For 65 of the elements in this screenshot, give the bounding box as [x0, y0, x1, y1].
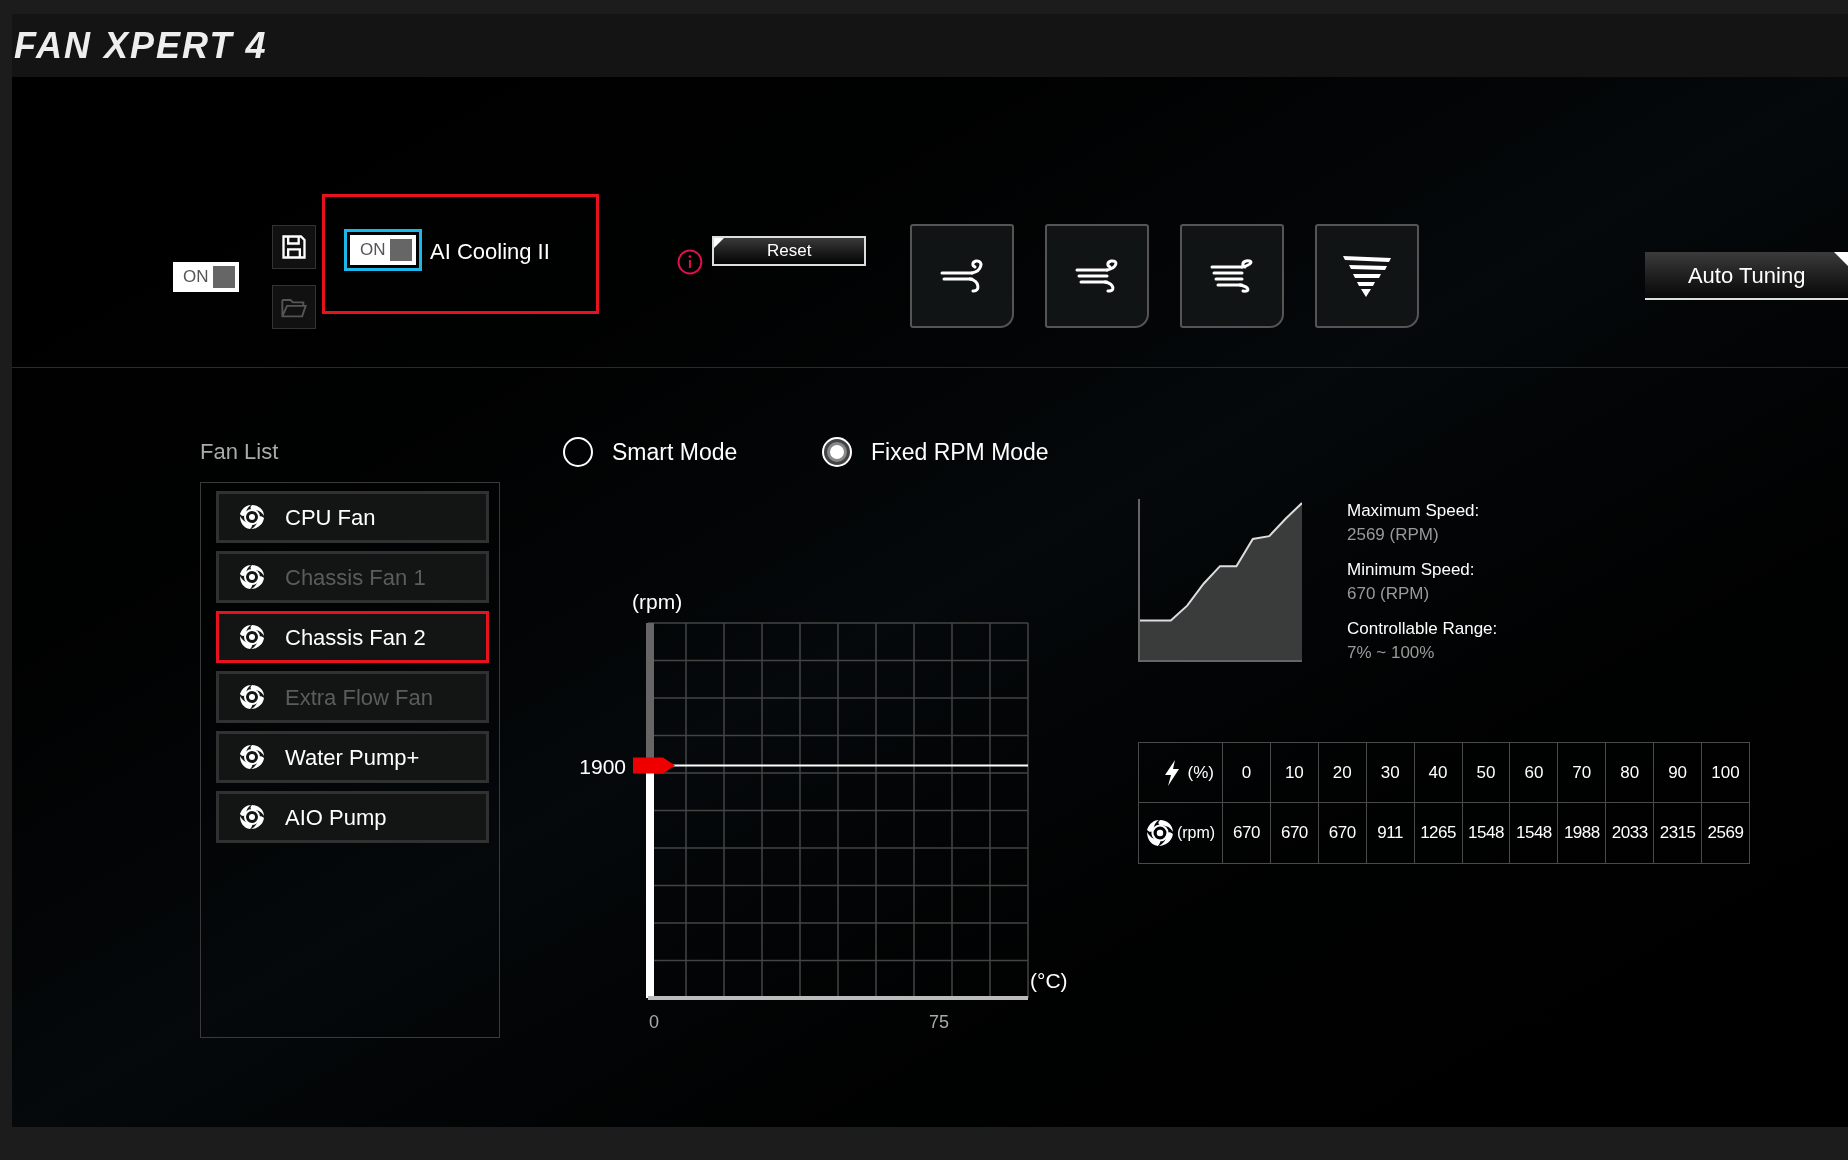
fan-icon — [239, 804, 265, 830]
table-cell: 90 — [1654, 743, 1703, 802]
ai-cooling-label: AI Cooling II — [430, 238, 550, 266]
table-cell: 670 — [1318, 803, 1367, 863]
mode-radio[interactable]: Fixed RPM Mode — [822, 435, 1049, 470]
spec-label: Controllable Range: — [1347, 618, 1498, 640]
rpm-slider-handle[interactable] — [633, 757, 675, 773]
fan-list-item[interactable]: Water Pump+ — [216, 731, 489, 783]
fan-profile-button[interactable] — [1180, 224, 1285, 328]
table-cell: 30 — [1366, 743, 1415, 802]
reset-button[interactable]: Reset — [712, 236, 867, 266]
app-title: FAN XPERT 4 — [14, 23, 268, 68]
fan-icon — [1145, 819, 1174, 847]
x-tick-label: 0 — [649, 1011, 659, 1032]
fan-list-item[interactable]: CPU Fan — [216, 491, 489, 543]
table-cell: 50 — [1462, 743, 1511, 802]
fan-icon — [239, 504, 265, 530]
table-cell: 911 — [1366, 803, 1415, 863]
save-button[interactable] — [272, 225, 316, 269]
mode-radio[interactable]: Smart Mode — [563, 435, 822, 470]
table-cell: 70 — [1558, 743, 1607, 802]
spec-label: Minimum Speed: — [1347, 559, 1476, 581]
open-folder-button[interactable] — [272, 285, 316, 329]
table-cell: 1548 — [1510, 803, 1559, 863]
spec-value: 2569 (RPM) — [1347, 524, 1440, 546]
fan-profile-button[interactable] — [1315, 224, 1420, 328]
info-icon[interactable] — [677, 249, 704, 275]
table-cell: 2315 — [1654, 803, 1703, 863]
rpm-value-label: 1900 — [579, 754, 626, 777]
table-header: (rpm) — [1176, 823, 1216, 843]
table-cell-text: 2569 — [1706, 822, 1745, 845]
spec-value: 670 (RPM) — [1347, 583, 1431, 605]
table-cell-text: 100 — [1710, 761, 1741, 784]
y-axis-label: (rpm) — [632, 589, 683, 613]
x-tick-label: 75 — [929, 1011, 949, 1032]
table-cell: 1988 — [1558, 803, 1607, 863]
ai-cooling-toggle[interactable]: ON — [350, 235, 416, 265]
auto-tuning-button[interactable]: Auto Tuning — [1645, 252, 1848, 300]
table-cell: 1265 — [1414, 803, 1463, 863]
spec-value: 7% ~ 100% — [1347, 642, 1436, 664]
table-cell: 80 — [1606, 743, 1655, 802]
save-icon — [280, 233, 308, 261]
table-cell: 20 — [1318, 743, 1367, 802]
table-cell: 40 — [1414, 743, 1463, 802]
table-cell: 60 — [1510, 743, 1559, 802]
fan-icon — [239, 564, 265, 590]
table-cell: 670 — [1270, 803, 1319, 863]
fan-profile-button[interactable] — [1045, 224, 1150, 328]
table-cell: 10 — [1270, 743, 1319, 802]
power-toggle[interactable]: ON — [173, 262, 239, 292]
table-cell: 670 — [1223, 803, 1271, 863]
table-cell: 1548 — [1462, 803, 1511, 863]
table-header: (%) — [1187, 761, 1214, 784]
x-axis-label: (°C) — [1030, 968, 1068, 992]
fan-icon — [239, 624, 265, 650]
fan-list-item[interactable]: AIO Pump — [216, 791, 489, 843]
fan-icon — [239, 744, 265, 770]
lightning-icon — [1163, 759, 1180, 786]
table-cell: 0 — [1223, 743, 1271, 802]
fan-profile-button[interactable] — [910, 224, 1015, 328]
spec-label: Maximum Speed: — [1347, 500, 1481, 522]
fan-list-item[interactable]: Chassis Fan 2 — [216, 611, 489, 663]
fan-list-title: Fan List — [200, 438, 280, 466]
fan-icon — [239, 684, 265, 710]
table-cell: 2033 — [1606, 803, 1655, 863]
